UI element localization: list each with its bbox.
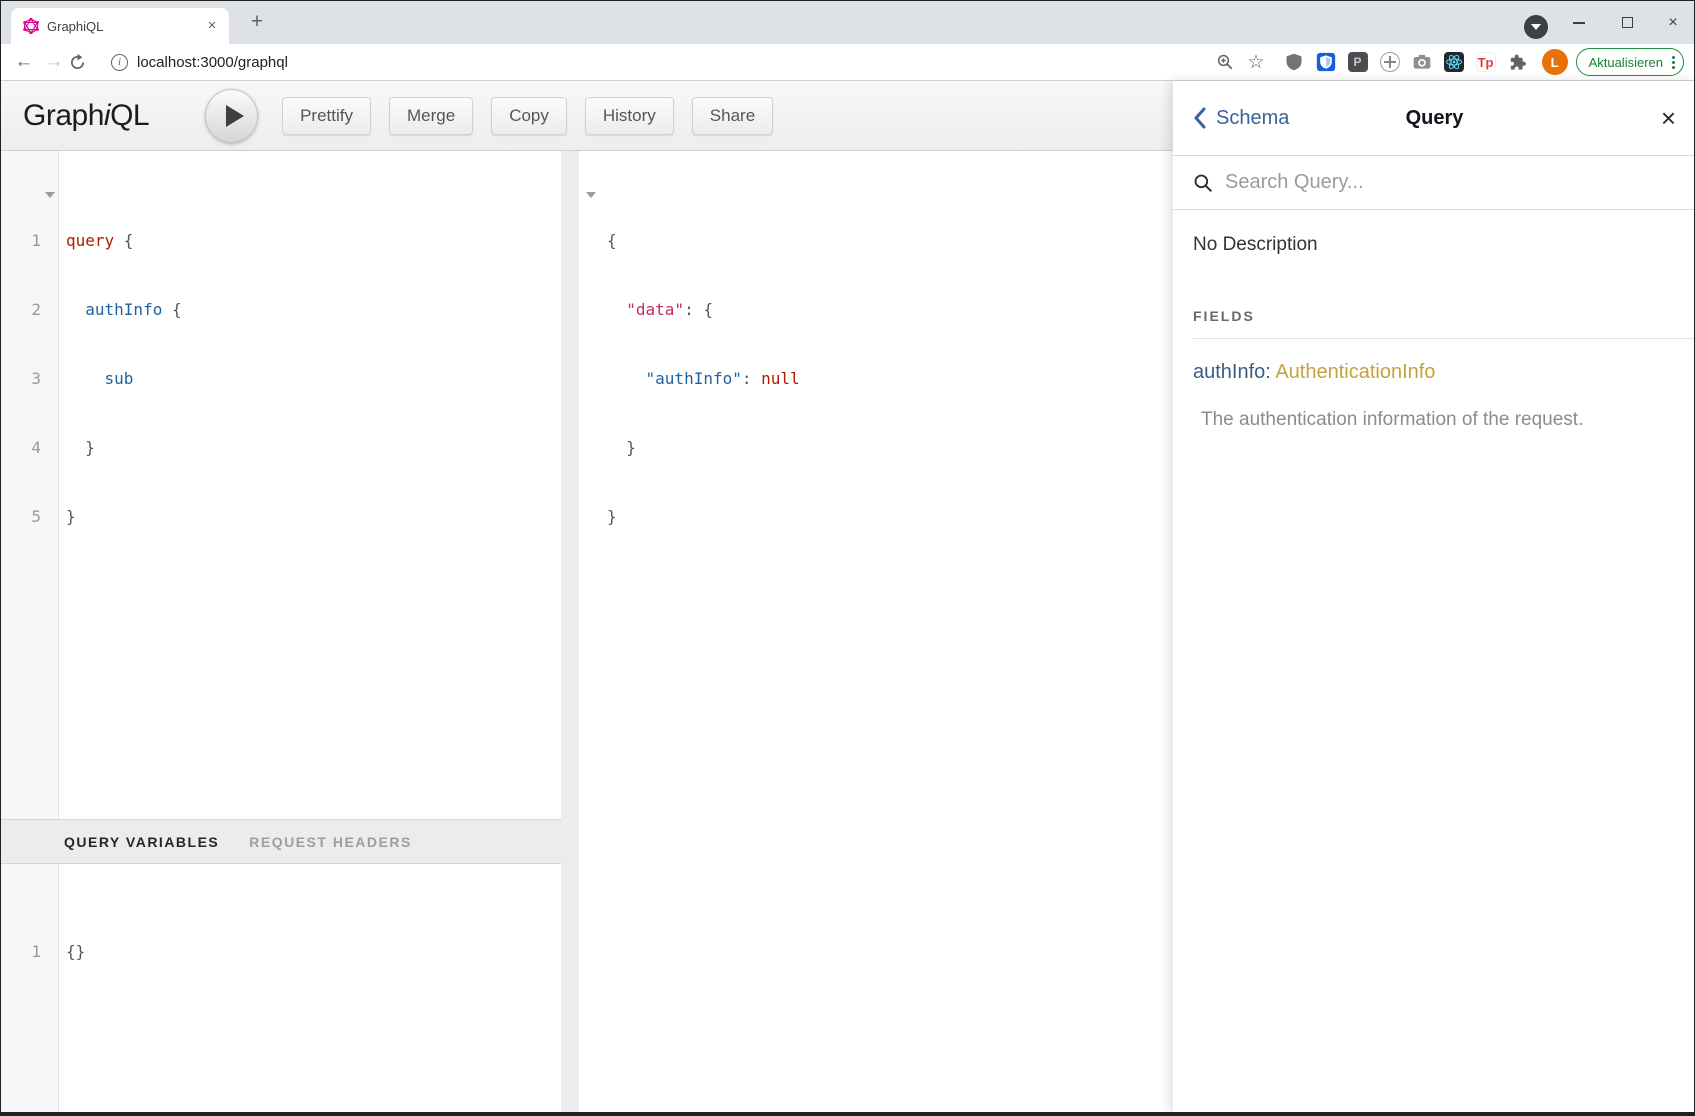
p-extension-icon[interactable]: P xyxy=(1348,52,1368,72)
doc-title: Query xyxy=(1173,107,1695,130)
address-bar[interactable]: i localhost:3000/graphql xyxy=(111,54,1210,71)
tab-search-button[interactable] xyxy=(1524,15,1548,39)
play-icon xyxy=(226,105,244,127)
code-token: "authInfo" xyxy=(607,369,742,388)
tab-query-variables[interactable]: QUERY VARIABLES xyxy=(64,834,219,850)
update-label: Aktualisieren xyxy=(1589,55,1663,70)
search-icon xyxy=(1193,173,1213,193)
back-button[interactable]: ← xyxy=(9,51,39,73)
share-button[interactable]: Share xyxy=(692,97,773,135)
doc-body: No Description FIELDS authInfo: Authenti… xyxy=(1173,210,1695,431)
variables-code[interactable]: {} xyxy=(59,864,124,1009)
line-number: 1 xyxy=(1,940,41,963)
doc-explorer-header: Schema Query × xyxy=(1173,81,1695,156)
chrome-update-button[interactable]: Aktualisieren xyxy=(1576,48,1684,76)
tab-close-icon[interactable]: × xyxy=(203,17,221,35)
doc-field-name-link[interactable]: authInfo xyxy=(1193,361,1265,383)
copy-button[interactable]: Copy xyxy=(491,97,567,135)
code-token: authInfo xyxy=(66,300,162,319)
browser-tab[interactable]: GraphiQL × xyxy=(11,8,229,44)
menu-dots-icon xyxy=(1672,61,1675,64)
code-token: { xyxy=(607,231,617,250)
graphql-favicon-icon xyxy=(23,18,39,34)
history-button[interactable]: History xyxy=(585,97,674,135)
doc-field-type-link[interactable]: AuthenticationInfo xyxy=(1275,361,1435,383)
caret-down-icon xyxy=(1531,24,1541,30)
query-editor[interactable]: 1 2 3 4 5 query { authInfo { sub } } xyxy=(1,151,561,819)
page-info-icon[interactable]: i xyxy=(111,54,128,71)
execute-query-button[interactable] xyxy=(205,89,258,143)
extensions-puzzle-icon[interactable] xyxy=(1508,52,1528,72)
code-token: } xyxy=(607,438,636,457)
doc-field-description: The authentication information of the re… xyxy=(1201,409,1676,431)
window-close-button[interactable]: × xyxy=(1651,1,1695,44)
tp-extension-icon[interactable]: Tp xyxy=(1476,52,1496,72)
query-code[interactable]: query { authInfo { sub } } xyxy=(59,151,182,574)
code-token: {} xyxy=(66,942,85,961)
doc-fields-heading: FIELDS xyxy=(1193,308,1676,324)
result-viewer[interactable]: { "data": { "authInfo": null } } xyxy=(579,151,1173,1112)
line-number: 3 xyxy=(1,367,41,390)
window-minimize-button[interactable] xyxy=(1557,1,1601,44)
graphiql-logo: GraphiQL xyxy=(23,99,149,133)
new-tab-button[interactable]: + xyxy=(243,9,271,37)
doc-field-colon: : xyxy=(1265,361,1275,383)
close-icon: × xyxy=(1668,14,1677,32)
query-variables-editor[interactable]: 1 {} xyxy=(1,864,561,1112)
line-number: 2 xyxy=(1,298,41,321)
query-editor-gutter: 1 2 3 4 5 xyxy=(1,151,59,819)
result-json: { "data": { "authInfo": null } } xyxy=(579,151,800,574)
line-number: 4 xyxy=(1,436,41,459)
code-token: : { xyxy=(684,300,713,319)
code-token: sub xyxy=(66,369,133,388)
fold-arrow-icon[interactable] xyxy=(45,192,55,198)
doc-field-row: authInfo: AuthenticationInfo xyxy=(1193,361,1676,384)
zoom-level-button[interactable] xyxy=(1210,53,1241,71)
code-token: } xyxy=(607,507,617,526)
code-token: { xyxy=(162,300,181,319)
divider xyxy=(1193,338,1695,339)
doc-search-row xyxy=(1173,156,1695,210)
secondary-editor-tabs: QUERY VARIABLES REQUEST HEADERS xyxy=(1,819,561,864)
browser-window: GraphiQL × + × ← → i localhost:3000/grap… xyxy=(0,0,1695,1116)
prettify-button[interactable]: Prettify xyxy=(282,97,371,135)
merge-button[interactable]: Merge xyxy=(389,97,473,135)
doc-no-description: No Description xyxy=(1193,234,1676,256)
browser-navbar: ← → i localhost:3000/graphql ☆ xyxy=(1,44,1694,81)
profile-avatar[interactable]: L xyxy=(1542,49,1568,75)
code-token: } xyxy=(66,438,95,457)
code-token: } xyxy=(66,507,76,526)
url-text: localhost:3000/graphql xyxy=(137,54,288,71)
pane-resizer[interactable] xyxy=(561,151,579,1112)
tab-request-headers[interactable]: REQUEST HEADERS xyxy=(249,834,412,850)
line-number: 1 xyxy=(1,229,41,252)
navbar-right-icons: ☆ P Tp xyxy=(1210,48,1684,76)
code-token: : xyxy=(742,369,761,388)
tab-strip: GraphiQL × + × xyxy=(1,1,1694,44)
reload-button[interactable] xyxy=(69,54,99,71)
bookmark-star-icon[interactable]: ☆ xyxy=(1241,51,1272,74)
code-token: { xyxy=(114,231,133,250)
ublock-extension-icon[interactable] xyxy=(1284,52,1304,72)
doc-close-button[interactable]: × xyxy=(1661,105,1676,131)
code-token: null xyxy=(761,369,800,388)
camera-extension-icon[interactable] xyxy=(1412,52,1432,72)
tab-title: GraphiQL xyxy=(47,19,203,34)
bitwarden-extension-icon[interactable] xyxy=(1316,52,1336,72)
variables-editor-gutter: 1 xyxy=(1,864,59,1112)
code-token: "data" xyxy=(607,300,684,319)
doc-search-input[interactable] xyxy=(1225,171,1605,194)
forward-button[interactable]: → xyxy=(39,51,69,73)
maximize-icon xyxy=(1622,17,1633,28)
code-token: query xyxy=(66,231,114,250)
minimize-icon xyxy=(1573,22,1585,24)
line-number: 5 xyxy=(1,505,41,528)
doc-explorer: Schema Query × No Description FIELDS aut… xyxy=(1173,81,1695,1112)
zoom-icon xyxy=(1216,53,1234,71)
graphiql-toolbar: GraphiQL Prettify Merge Copy History Sha… xyxy=(1,81,1173,151)
crosshair-extension-icon[interactable] xyxy=(1380,52,1400,72)
reload-icon xyxy=(69,54,86,71)
react-devtools-extension-icon[interactable] xyxy=(1444,52,1464,72)
window-maximize-button[interactable] xyxy=(1605,1,1649,44)
